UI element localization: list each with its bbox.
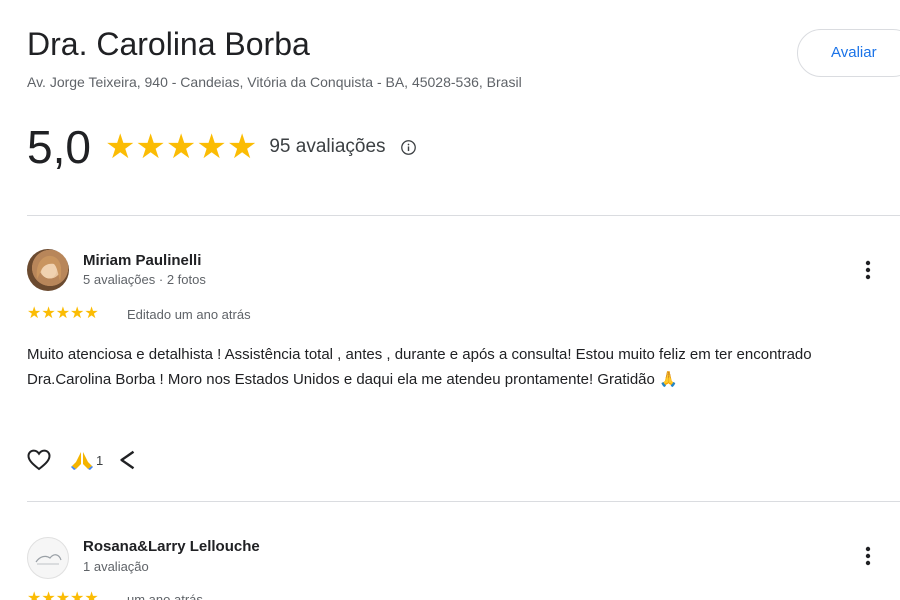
review-date: um ano atrás <box>127 592 203 600</box>
review-author-meta: 5 avaliações · 2 fotos <box>83 272 206 287</box>
review-date: Editado um ano atrás <box>127 307 251 322</box>
info-icon[interactable] <box>400 139 417 156</box>
review-stars: ★★★★★ <box>27 590 99 600</box>
more-vert-icon[interactable] <box>858 544 878 568</box>
divider <box>27 215 900 216</box>
heart-icon[interactable] <box>27 449 51 471</box>
avatar-logo-icon <box>35 554 62 565</box>
review-author[interactable]: Miriam Paulinelli <box>83 252 201 269</box>
pray-icon <box>71 452 93 470</box>
avatar[interactable] <box>27 249 69 291</box>
place-title: Dra. Carolina Borba <box>27 26 310 62</box>
reaction-button[interactable]: 1 <box>71 450 103 470</box>
rating-summary: 5,0 ★★★★★ 95 avaliações <box>27 121 417 173</box>
share-icon[interactable] <box>117 449 139 471</box>
review-stars: ★★★★★ <box>27 305 99 322</box>
avatar-photo-icon <box>36 255 62 281</box>
rating-score: 5,0 <box>27 121 91 173</box>
review-author[interactable]: Rosana&Larry Lellouche <box>83 538 260 555</box>
reaction-count: 1 <box>96 452 104 468</box>
divider <box>27 501 900 502</box>
rating-stars: ★★★★★ <box>104 128 258 166</box>
review-text: Muito atenciosa e detalhista ! Assistênc… <box>27 346 812 388</box>
avatar[interactable] <box>27 537 69 579</box>
review-author-meta: 1 avaliação <box>83 559 149 574</box>
place-address: Av. Jorge Teixeira, 940 - Candeias, Vitó… <box>27 74 522 90</box>
reviews-panel: Dra. Carolina Borba Av. Jorge Teixeira, … <box>0 0 900 600</box>
more-vert-icon[interactable] <box>858 258 878 282</box>
review-count-link[interactable]: 95 avaliações <box>269 136 385 158</box>
write-review-button[interactable]: Avaliar <box>797 29 900 77</box>
review-actions: 1 <box>27 449 139 471</box>
